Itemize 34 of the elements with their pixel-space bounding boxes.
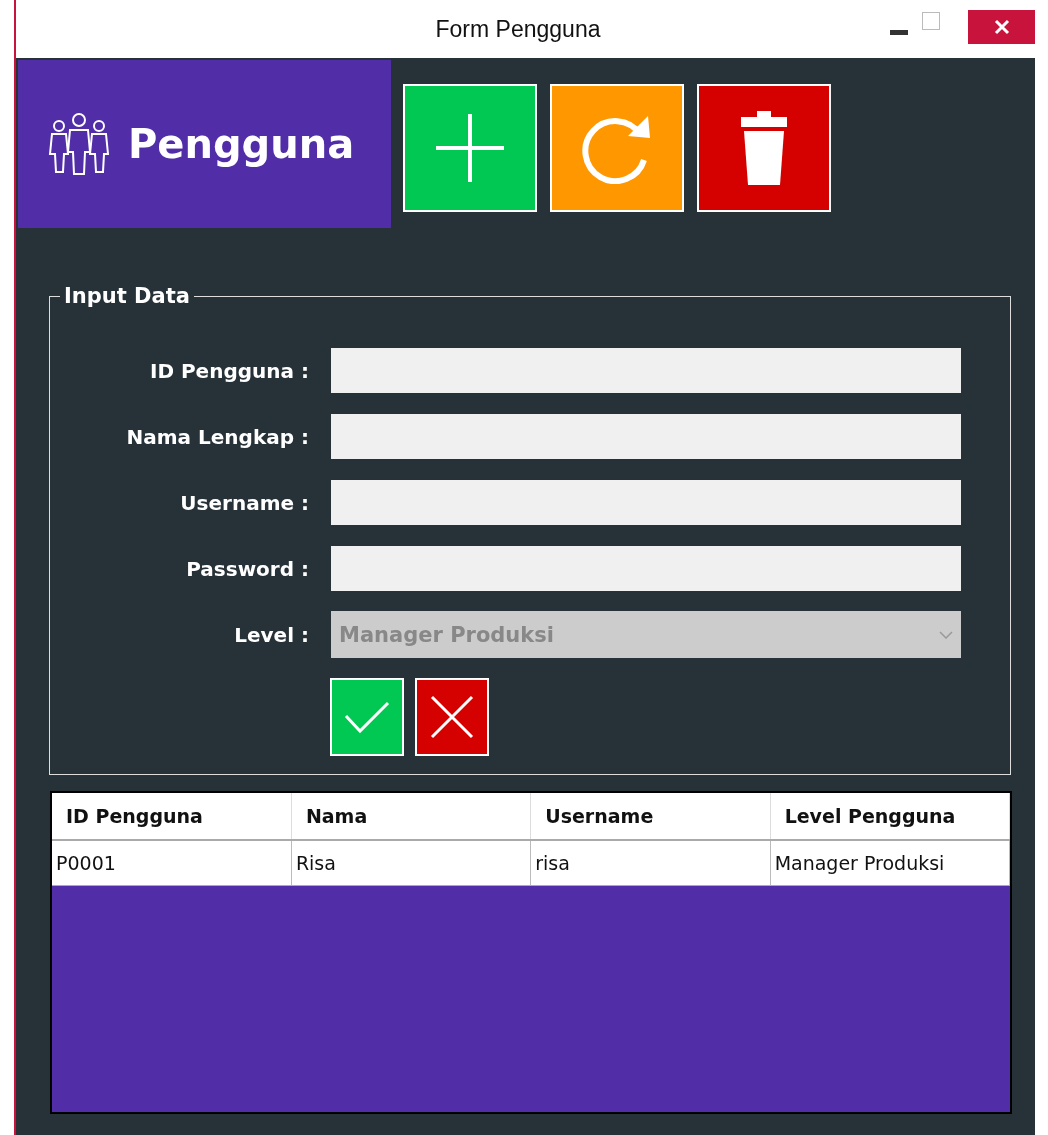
field-label: Username :	[179, 490, 309, 515]
window-title: Form Pengguna	[435, 15, 601, 42]
trash-icon	[741, 111, 787, 185]
table-cell: Manager Produksi	[770, 840, 1010, 886]
text-field[interactable]	[331, 414, 961, 459]
group-title: Input Data	[63, 284, 191, 308]
add-button[interactable]	[403, 84, 537, 212]
close-icon	[430, 695, 474, 739]
password-field[interactable]	[331, 546, 961, 591]
chevron-icon	[939, 630, 953, 639]
cancel-button[interactable]	[415, 678, 489, 756]
plus-icon	[434, 112, 506, 184]
table-cell: Risa	[291, 840, 531, 886]
confirm-button[interactable]	[330, 678, 404, 756]
column-header[interactable]: Username	[530, 793, 771, 840]
close-icon	[993, 19, 1010, 35]
refresh-button[interactable]	[550, 84, 684, 212]
maximize-button[interactable]	[922, 12, 940, 30]
text-field[interactable]	[331, 348, 961, 393]
header-title: Pengguna	[128, 121, 355, 167]
column-header[interactable]: Level Pengguna	[770, 793, 1010, 840]
table-cell: P0001	[52, 840, 292, 886]
check-icon	[344, 700, 390, 734]
field-label: Level :	[233, 622, 309, 647]
field-label: Password :	[185, 556, 309, 581]
text-field[interactable]	[331, 480, 961, 525]
table-cell: risa	[530, 840, 771, 886]
field-label: ID Pengguna :	[148, 358, 309, 383]
delete-button[interactable]	[697, 84, 831, 212]
column-header[interactable]: ID Pengguna	[52, 793, 292, 840]
column-header[interactable]: Nama	[291, 793, 531, 840]
close-button[interactable]	[968, 10, 1035, 44]
people-icon	[48, 112, 110, 176]
field-label: Nama Lengkap :	[125, 424, 309, 449]
